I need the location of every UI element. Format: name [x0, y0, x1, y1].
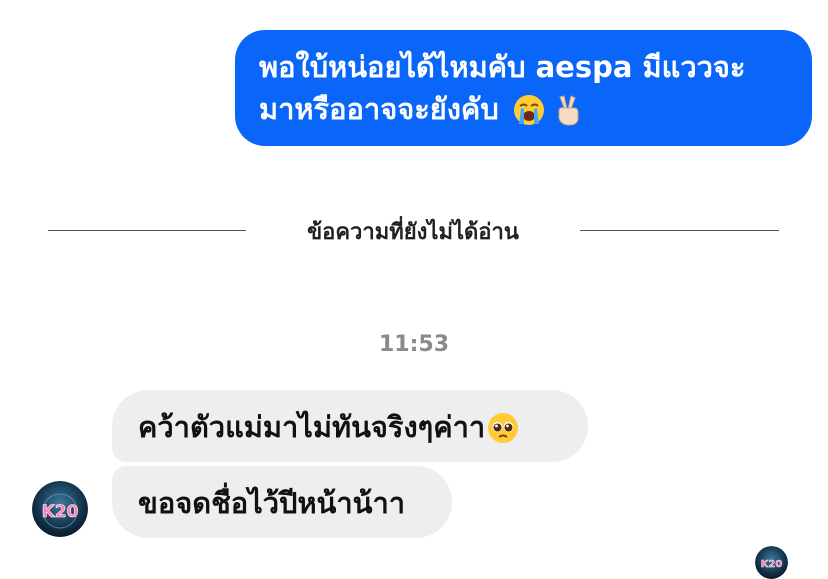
- sender-avatar[interactable]: K20: [32, 481, 88, 537]
- avatar-label: K20: [42, 502, 79, 522]
- incoming-message-text-1: คว้าตัวแม่มาไม่ทันจริงๆค่าา: [138, 410, 486, 444]
- unread-divider-right-line: [580, 230, 779, 231]
- read-receipt-avatar: K20: [755, 546, 788, 579]
- outgoing-message-bubble[interactable]: พอใบ้หน่อยได้ไหมคับ aespa มีแววจะ มาหรือ…: [235, 30, 812, 146]
- loudly-crying-face-icon: [513, 94, 545, 126]
- pleading-face-icon: [487, 412, 519, 444]
- incoming-message-bubble-2[interactable]: ขอจดชื่อไว้ปีหน้าน้าา: [112, 466, 452, 538]
- outgoing-message-line-1: พอใบ้หน่อยได้ไหมคับ aespa มีแววจะ: [259, 50, 746, 84]
- incoming-message-bubble-1[interactable]: คว้าตัวแม่มาไม่ทันจริงๆค่าา: [112, 390, 588, 462]
- message-timestamp: 11:53: [378, 332, 450, 357]
- read-receipt-avatar-label: K20: [761, 559, 783, 570]
- outgoing-message-line-2: มาหรืออาจจะยังคับ: [259, 92, 499, 126]
- incoming-message-text-2: ขอจดชื่อไว้ปีหน้าน้าา: [138, 486, 406, 520]
- unread-divider-left-line: [48, 230, 246, 231]
- unread-divider-label: ข้อความที่ยังไม่ได้อ่าน: [307, 220, 519, 245]
- outgoing-message-line-2-wrap: มาหรืออาจจะยังคับ: [259, 88, 794, 130]
- victory-hand-icon: [551, 94, 583, 126]
